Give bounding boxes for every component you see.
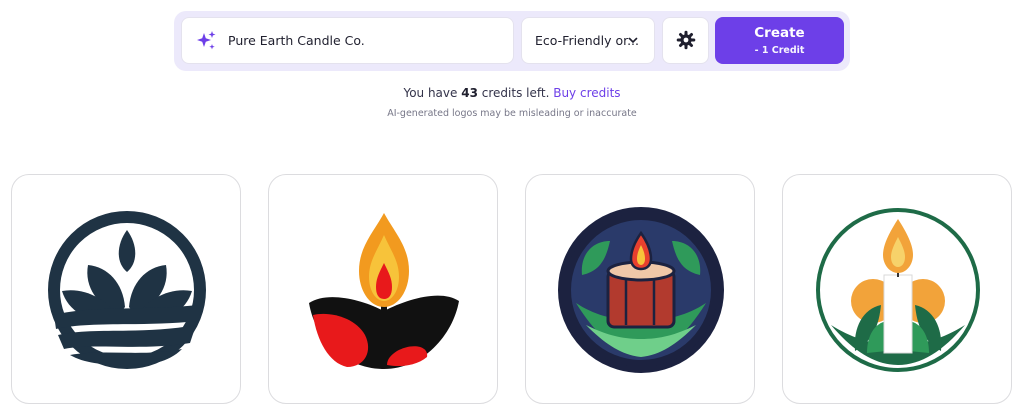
- company-name-input[interactable]: [228, 18, 508, 63]
- credits-count: 43: [461, 86, 478, 100]
- white-candle-ring-logo: [816, 208, 980, 372]
- logo-card-1[interactable]: [11, 174, 241, 404]
- credits-info: You have 43 credits left. Buy credits: [0, 86, 1024, 100]
- chevron-down-icon: [628, 37, 638, 43]
- company-name-field[interactable]: [181, 17, 514, 64]
- buy-credits-link[interactable]: Buy credits: [553, 86, 620, 100]
- create-button[interactable]: Create - 1 Credit: [715, 17, 844, 64]
- flame-dish-logo: [309, 213, 459, 369]
- sparkle-icon: [197, 31, 216, 50]
- create-button-label: Create: [754, 25, 805, 41]
- disclaimer-text: AI-generated logos may be misleading or …: [387, 108, 637, 119]
- credits-prefix: You have: [403, 86, 458, 100]
- style-dropdown-label: Eco-Friendly or...: [535, 33, 640, 48]
- gear-icon: [676, 30, 696, 50]
- prompt-bar: Eco-Friendly or... Create - 1 Credit: [174, 11, 850, 71]
- stained-glass-candle-logo: [558, 207, 724, 373]
- logo-card-2[interactable]: [268, 174, 498, 404]
- leaf-emblem-logo: [48, 211, 206, 369]
- logo-card-4[interactable]: [782, 174, 1012, 404]
- logo-card-3[interactable]: [525, 174, 755, 404]
- style-dropdown[interactable]: Eco-Friendly or...: [521, 17, 655, 64]
- create-button-cost: - 1 Credit: [754, 45, 805, 56]
- settings-button[interactable]: [662, 17, 709, 64]
- credits-suffix: credits left.: [481, 86, 550, 100]
